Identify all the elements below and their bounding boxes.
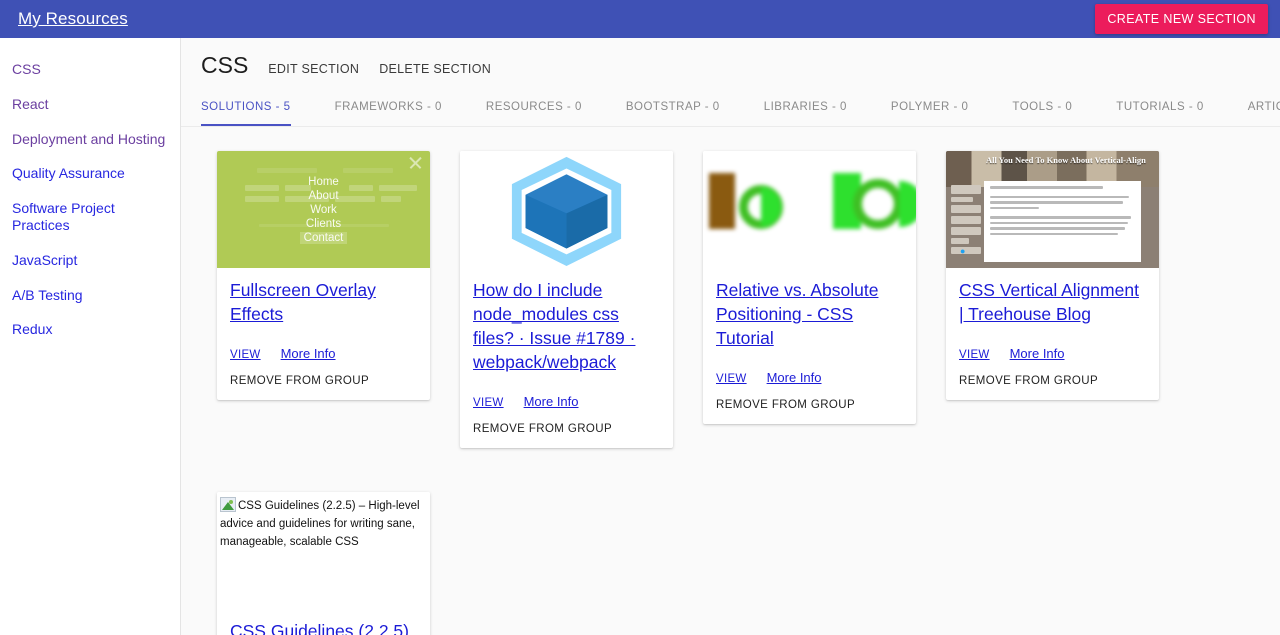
card-link-row: VIEW More Info	[959, 346, 1146, 361]
card-body: Relative vs. Absolute Positioning - CSS …	[703, 268, 916, 385]
thumbnail-article-body	[984, 181, 1141, 262]
sidebar-item-css[interactable]: CSS	[0, 52, 180, 87]
overlay-menu-item: About	[308, 190, 338, 202]
card-thumbnail	[460, 151, 673, 268]
view-link[interactable]: VIEW	[716, 373, 747, 385]
tab-resources[interactable]: RESOURCES - 0	[486, 95, 582, 126]
remove-from-group-button[interactable]: REMOVE FROM GROUP	[460, 409, 673, 448]
resource-card: How do I include node_modules css files?…	[460, 151, 673, 448]
sidebar: CSS React Deployment and Hosting Quality…	[0, 38, 181, 635]
more-info-link[interactable]: More Info	[1010, 346, 1065, 361]
page-title: CSS	[201, 52, 248, 79]
broken-image-icon	[220, 497, 236, 512]
tab-solutions[interactable]: SOLUTIONS - 5	[201, 95, 291, 126]
sidebar-item-redux[interactable]: Redux	[0, 312, 180, 347]
thumbnail-overlay-menu: Home About Work Clients Contact	[217, 151, 430, 268]
tab-polymer[interactable]: POLYMER - 0	[891, 95, 969, 126]
card-body: CSS Guidelines (2.2.5) VIEW More Info	[217, 609, 430, 635]
card-thumbnail: Home About Work Clients Contact	[217, 151, 430, 268]
view-link[interactable]: VIEW	[959, 349, 990, 361]
view-link[interactable]: VIEW	[230, 349, 261, 361]
sidebar-item-react[interactable]: React	[0, 87, 180, 122]
sidebar-item-deployment-and-hosting[interactable]: Deployment and Hosting	[0, 122, 180, 157]
more-info-link[interactable]: More Info	[281, 346, 336, 361]
app-title-link[interactable]: My Resources	[18, 9, 128, 29]
thumbnail-headline: All You Need To Know About Vertical-Alig…	[986, 155, 1153, 165]
tab-tutorials[interactable]: TUTORIALS - 0	[1116, 95, 1203, 126]
tab-bar: SOLUTIONS - 5 FRAMEWORKS - 0 RESOURCES -…	[181, 95, 1280, 127]
resource-card-grid: Home About Work Clients Contact Fullscre…	[181, 127, 1280, 635]
card-title-link[interactable]: CSS Vertical Alignment | Treehouse Blog	[959, 278, 1146, 326]
resource-card: Home About Work Clients Contact Fullscre…	[217, 151, 430, 400]
tab-tools[interactable]: TOOLS - 0	[1012, 95, 1072, 126]
sidebar-item-javascript[interactable]: JavaScript	[0, 243, 180, 278]
more-info-link[interactable]: More Info	[767, 370, 822, 385]
card-title-link[interactable]: Fullscreen Overlay Effects	[230, 278, 417, 326]
card-thumbnail: CSS Guidelines (2.2.5) – High-level advi…	[217, 492, 430, 609]
overlay-menu-item: Home	[308, 176, 339, 188]
tab-frameworks[interactable]: FRAMEWORKS - 0	[335, 95, 442, 126]
image-alt-text: CSS Guidelines (2.2.5) – High-level advi…	[220, 500, 420, 548]
card-title-link[interactable]: How do I include node_modules css files?…	[473, 278, 660, 374]
delete-section-button[interactable]: DELETE SECTION	[379, 62, 491, 76]
edit-section-button[interactable]: EDIT SECTION	[268, 62, 359, 76]
close-icon[interactable]	[407, 155, 423, 171]
resource-card: Relative vs. Absolute Positioning - CSS …	[703, 151, 916, 424]
card-body: CSS Vertical Alignment | Treehouse Blog …	[946, 268, 1159, 361]
app-bar: My Resources CREATE NEW SECTION	[0, 0, 1280, 38]
view-link[interactable]: VIEW	[473, 397, 504, 409]
remove-from-group-button[interactable]: REMOVE FROM GROUP	[703, 385, 916, 424]
sidebar-item-quality-assurance[interactable]: Quality Assurance	[0, 156, 180, 191]
overlay-menu-item: Work	[310, 204, 337, 216]
app-shell: CSS React Deployment and Hosting Quality…	[0, 38, 1280, 635]
tab-articles[interactable]: ARTICLES - 0	[1248, 95, 1280, 126]
card-link-row: VIEW More Info	[230, 346, 417, 361]
resource-card: CSS Guidelines (2.2.5) – High-level advi…	[217, 492, 430, 635]
card-thumbnail	[703, 151, 916, 268]
section-header: CSS EDIT SECTION DELETE SECTION	[181, 38, 1280, 79]
sidebar-item-software-project-practices[interactable]: Software Project Practices	[0, 191, 180, 243]
webpack-logo-icon	[460, 151, 673, 268]
card-body: How do I include node_modules css files?…	[460, 268, 673, 409]
card-title-link[interactable]: Relative vs. Absolute Positioning - CSS …	[716, 278, 903, 350]
remove-from-group-button[interactable]: REMOVE FROM GROUP	[217, 361, 430, 400]
tab-bootstrap[interactable]: BOOTSTRAP - 0	[626, 95, 720, 126]
create-new-section-button[interactable]: CREATE NEW SECTION	[1095, 4, 1268, 34]
overlay-menu-item: Clients	[306, 218, 341, 230]
resource-card: All You Need To Know About Vertical-Alig…	[946, 151, 1159, 400]
overlay-menu-item: Contact	[300, 232, 348, 244]
twitter-icon: ●	[960, 246, 965, 256]
sidebar-item-ab-testing[interactable]: A/B Testing	[0, 278, 180, 313]
card-title-link[interactable]: CSS Guidelines (2.2.5)	[230, 619, 417, 635]
thumbnail-image	[703, 151, 916, 268]
card-link-row: VIEW More Info	[473, 394, 660, 409]
tab-libraries[interactable]: LIBRARIES - 0	[764, 95, 847, 126]
card-link-row: VIEW More Info	[716, 370, 903, 385]
remove-from-group-button[interactable]: REMOVE FROM GROUP	[946, 361, 1159, 400]
card-thumbnail: All You Need To Know About Vertical-Alig…	[946, 151, 1159, 268]
more-info-link[interactable]: More Info	[524, 394, 579, 409]
card-body: Fullscreen Overlay Effects VIEW More Inf…	[217, 268, 430, 361]
main-content: CSS EDIT SECTION DELETE SECTION SOLUTION…	[181, 38, 1280, 635]
